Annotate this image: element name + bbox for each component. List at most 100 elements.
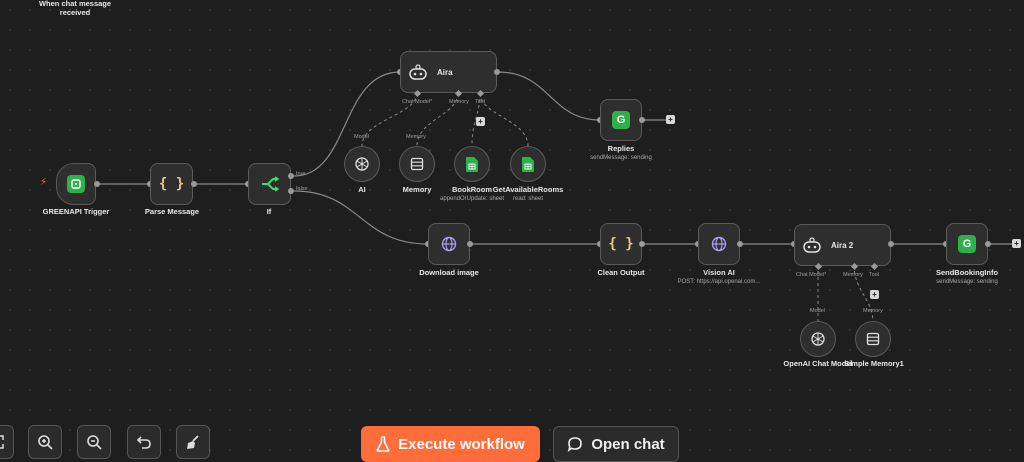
sheets-icon: [522, 156, 534, 172]
openai-icon: [355, 157, 369, 171]
send-booking-sub: sendMessage: sending: [936, 279, 998, 285]
if-true-handle[interactable]: [288, 173, 294, 179]
replies-output-handle[interactable]: [639, 117, 645, 123]
zoom-out-icon: [87, 435, 102, 450]
bookroom-sub: appendOrUpdate: sheet: [439, 196, 505, 202]
tidy-up-button[interactable]: [176, 425, 210, 459]
aira-memory-label: Memory: [449, 99, 469, 105]
greenapi-trigger-node[interactable]: [56, 163, 96, 205]
aira2-tool-label: Tool: [869, 272, 880, 278]
broom-icon: [187, 435, 199, 449]
aira2-output-handle[interactable]: [888, 241, 894, 247]
parse-message-node[interactable]: { }: [150, 163, 193, 205]
robot-icon: [803, 237, 821, 253]
chat-bubble-icon: [567, 437, 583, 452]
if-false-handle[interactable]: [288, 188, 294, 194]
replies-label: Replies: [607, 144, 635, 153]
undo-button[interactable]: [127, 425, 161, 459]
trigger-output-handle[interactable]: [94, 181, 100, 187]
undo-icon: [136, 436, 151, 449]
ai-model-node[interactable]: [344, 146, 380, 182]
aira2-agent-node[interactable]: Aira 2: [794, 224, 891, 266]
memory-label: Memory: [402, 185, 432, 194]
sheets-icon: [466, 156, 478, 172]
greenapi-icon: G: [612, 111, 630, 129]
open-chat-label: Open chat: [591, 435, 665, 453]
download-image-node[interactable]: [428, 223, 470, 265]
zoom-in-button[interactable]: [28, 425, 62, 459]
fit-view-button[interactable]: [0, 425, 14, 459]
execute-workflow-button[interactable]: Execute workflow: [361, 426, 540, 462]
aira-title: Aira: [437, 67, 453, 77]
code-braces-icon: { }: [158, 176, 185, 192]
bolt-icon: ⚡: [40, 177, 48, 188]
vision-ai-node[interactable]: [698, 223, 740, 265]
memory-node[interactable]: [399, 146, 435, 182]
memory-top-label: Memory: [406, 134, 426, 140]
database-icon: [410, 157, 424, 171]
database-icon: [866, 332, 880, 346]
greenapi-trigger-label: GREENAPI Trigger: [42, 207, 110, 216]
aira-add-tool-button[interactable]: +: [476, 117, 485, 126]
open-chat-button[interactable]: Open chat: [553, 426, 679, 462]
getrooms-sub: read: sheet: [512, 196, 544, 202]
parse-message-label: Parse Message: [144, 207, 200, 216]
vision-ai-sub: POST: https://api.openai.com...: [677, 279, 761, 285]
trigger-note: When chat message received: [38, 0, 112, 17]
replies-add-button[interactable]: +: [666, 115, 675, 124]
if-node[interactable]: [248, 163, 291, 205]
aira2-memory-label: Memory: [843, 272, 863, 278]
greenapi-icon: G: [958, 235, 976, 253]
ai-model-top-label: Model: [354, 134, 369, 140]
aira2-add-tool-button[interactable]: +: [870, 290, 879, 299]
replies-node[interactable]: G: [600, 99, 642, 141]
vision-output-handle[interactable]: [737, 241, 743, 247]
bookroom-node[interactable]: [454, 146, 490, 182]
execute-workflow-label: Execute workflow: [398, 435, 525, 453]
if-false-label: false: [296, 186, 308, 192]
getrooms-node[interactable]: [510, 146, 546, 182]
send-booking-node[interactable]: G: [946, 223, 988, 265]
zoom-out-button[interactable]: [77, 425, 111, 459]
send-output-handle[interactable]: [985, 241, 991, 247]
flask-icon: [376, 436, 390, 452]
code-braces-icon: { }: [608, 236, 634, 252]
send-booking-label: SendBookingInfo: [935, 268, 999, 277]
fit-view-icon: [0, 435, 4, 449]
aira2-chatmodel-label: Chat Model*: [796, 272, 827, 278]
openai-icon: [811, 332, 825, 346]
globe-icon: [441, 236, 457, 252]
clean-output-label: Clean Output: [597, 268, 645, 277]
replies-sub: sendMessage: sending: [590, 155, 652, 161]
aira-output-handle[interactable]: [494, 69, 500, 75]
parse-output-handle[interactable]: [191, 181, 197, 187]
send-add-button[interactable]: +: [1012, 239, 1021, 248]
if-true-label: true: [296, 171, 306, 177]
aira2-title: Aira 2: [831, 240, 854, 250]
edge-aira-getrooms: [479, 92, 529, 147]
openai-chat-model-node[interactable]: [800, 321, 836, 357]
if-label: If: [266, 207, 272, 216]
aira-tool-label: Tool: [475, 99, 486, 105]
openai-model-top-label: Model: [810, 308, 825, 314]
clean-output-handle[interactable]: [639, 241, 645, 247]
globe-icon: [711, 236, 727, 252]
robot-icon: [409, 64, 427, 80]
simple-memory-node[interactable]: [855, 321, 891, 357]
simple-memory-label: Simple Memory1: [844, 359, 904, 368]
getrooms-label: GetAvailableRooms: [492, 185, 564, 194]
zoom-in-icon: [38, 435, 53, 450]
branch-icon: [261, 176, 279, 192]
clean-output-node[interactable]: { }: [600, 223, 642, 265]
simple-memory-top-label: Memory: [863, 308, 883, 314]
openai-chat-model-label: OpenAI Chat Model: [783, 359, 853, 368]
edge-if-download: [293, 190, 429, 245]
greenapi-icon: [67, 175, 85, 193]
bookroom-label: BookRoom: [452, 185, 492, 194]
edge-aira-replies: [497, 71, 601, 121]
download-output-handle[interactable]: [467, 241, 473, 247]
vision-ai-label: Vision AI: [703, 268, 735, 277]
aira-agent-node[interactable]: Aira: [400, 51, 497, 93]
download-image-label: Download image: [419, 268, 479, 277]
aira-chatmodel-label: Chat Model*: [402, 99, 433, 105]
